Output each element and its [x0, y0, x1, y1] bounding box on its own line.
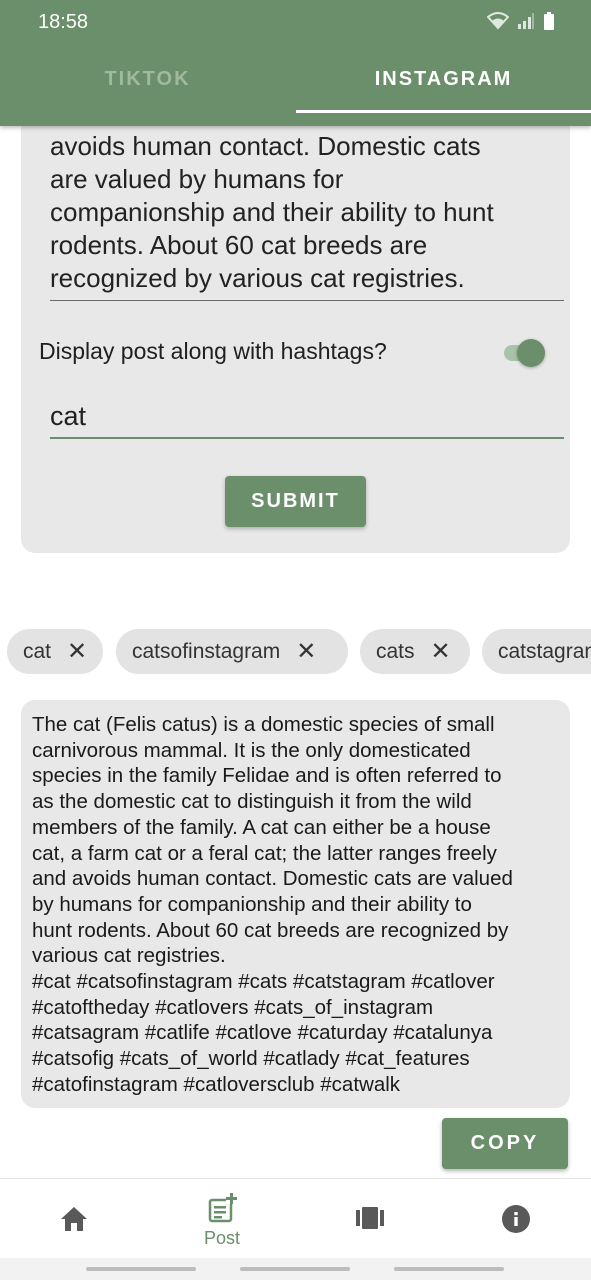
generated-post-text: The cat (Felis catus) is a domestic spec… — [21, 700, 570, 1108]
tab-instagram[interactable]: INSTAGRAM — [296, 68, 591, 91]
nav-info[interactable] — [444, 1179, 591, 1259]
nav-post[interactable]: Post — [148, 1179, 296, 1259]
wifi-icon — [487, 12, 509, 30]
close-icon[interactable]: ✕ — [431, 637, 451, 666]
hashtag-toggle-label: Display post along with hashtags? — [39, 338, 387, 364]
close-icon[interactable]: ✕ — [296, 637, 316, 666]
submit-button[interactable]: SUBMIT — [225, 476, 366, 527]
description-line: recognized by various cat registries. — [50, 263, 465, 293]
system-gesture-bar — [0, 1258, 591, 1280]
description-input[interactable]: avoids human contact. Domestic cats are … — [50, 130, 564, 301]
post-line: cat, a farm cat or a feral cat; the latt… — [32, 841, 497, 865]
post-add-icon — [208, 1193, 237, 1223]
hashtag-chip[interactable]: catsofinstagram ✕ — [116, 629, 348, 674]
post-line: hunt rodents. About 60 cat breeds are re… — [32, 918, 509, 942]
hashtag-chip[interactable]: cat ✕ — [7, 629, 103, 674]
nav-carousel[interactable] — [296, 1179, 444, 1259]
chip-label: catsofinstagram — [132, 639, 281, 663]
post-line: carnivorous mammal. It is the only domes… — [32, 738, 471, 762]
hashtag-chip-row: cat ✕ catsofinstagram ✕ cats ✕ catstagra… — [7, 629, 591, 674]
hashtag-chip[interactable]: cats ✕ — [360, 629, 470, 674]
description-line: companionship and their ability to hunt — [50, 197, 494, 227]
hashtag-line: #cat #catsofinstagram #cats #catstagram … — [32, 970, 495, 994]
nav-home[interactable] — [0, 1179, 148, 1259]
hashtag-chip[interactable]: catstagram — [482, 629, 591, 674]
description-line: are valued by humans for — [50, 164, 344, 194]
hashtag-line: #catsofig #cats_of_world #catlady #cat_f… — [32, 1047, 470, 1071]
post-line: members of the family. A cat can either … — [32, 815, 491, 839]
carousel-icon — [356, 1207, 384, 1229]
post-line: various cat registries. — [32, 944, 226, 968]
gesture-pill — [240, 1267, 350, 1271]
app-bar: 18:58 TIKTOK INSTAGRAM — [0, 0, 591, 126]
signal-icon — [518, 13, 534, 29]
hashtag-line: #catsagram #catlife #catlove #caturday #… — [32, 1021, 493, 1045]
status-time: 18:58 — [38, 11, 89, 33]
info-icon — [502, 1205, 530, 1233]
home-icon — [61, 1207, 87, 1231]
chip-label: catstagram — [498, 639, 591, 663]
hashtag-line: #catoftheday #catlovers #cats_of_instagr… — [32, 995, 434, 1019]
chip-label: cats — [376, 639, 415, 663]
tab-tiktok[interactable]: TIKTOK — [0, 68, 295, 91]
nav-post-label: Post — [203, 1228, 241, 1248]
description-line: rodents. About 60 cat breeds are — [50, 230, 428, 260]
copy-button[interactable]: COPY — [442, 1118, 568, 1169]
post-line: species in the family Felidae and is oft… — [32, 764, 502, 788]
post-line: and avoids human contact. Domestic cats … — [32, 867, 513, 891]
status-icons — [487, 12, 555, 30]
battery-icon — [544, 12, 554, 30]
close-icon[interactable]: ✕ — [67, 637, 87, 666]
gesture-pill — [394, 1267, 504, 1271]
post-line: as the domestic cat to distinguish it fr… — [32, 790, 472, 814]
chip-label: cat — [23, 639, 52, 663]
hashtag-toggle[interactable] — [502, 339, 546, 367]
post-line: The cat (Felis catus) is a domestic spec… — [32, 713, 495, 736]
post-line: by humans for companionship and their ab… — [32, 892, 472, 916]
gesture-pill — [86, 1267, 196, 1271]
hashtag-input[interactable]: cat — [50, 397, 564, 439]
toggle-thumb — [517, 339, 545, 367]
description-line: avoids human contact. Domestic cats — [50, 131, 481, 161]
hashtag-line: #catofinstagram #catloversclub #catwalk — [32, 1072, 401, 1096]
bottom-navigation: Post — [0, 1178, 591, 1259]
tab-indicator — [296, 110, 591, 113]
